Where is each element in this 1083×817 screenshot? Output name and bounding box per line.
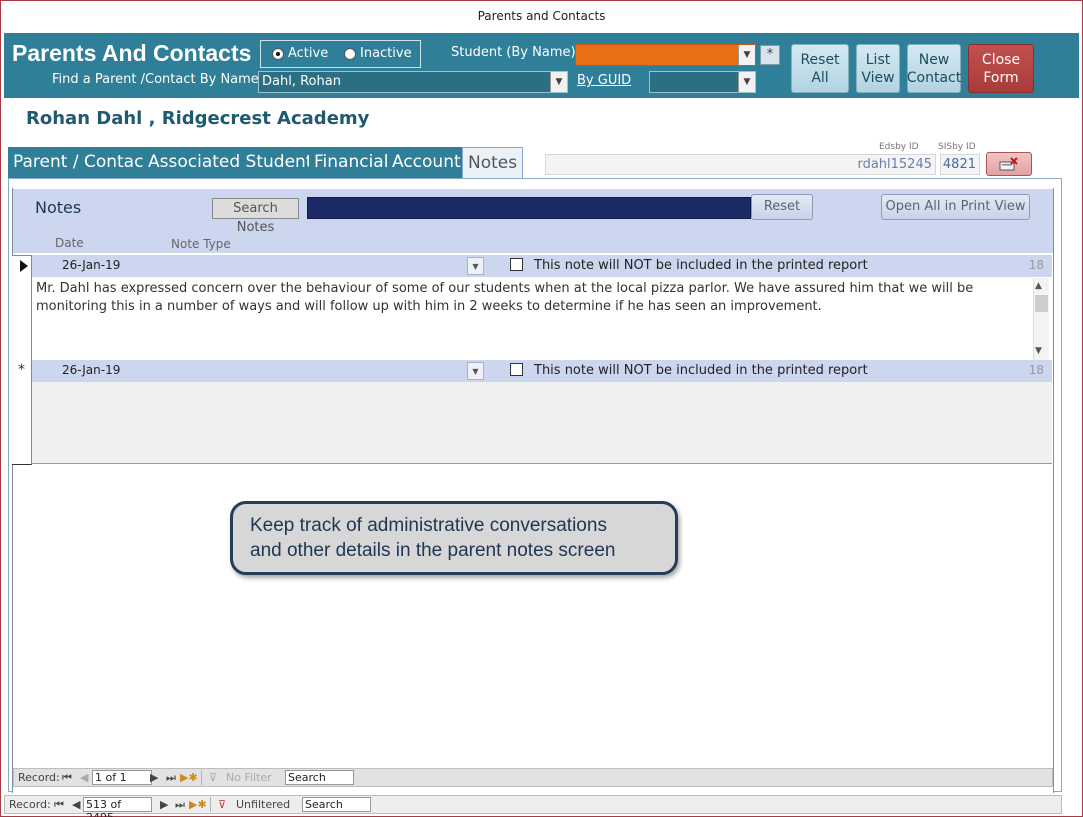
list-view-button[interactable]: List View	[856, 44, 900, 93]
scroll-up-icon[interactable]: ▲	[1035, 281, 1042, 291]
note-number: 18	[1028, 258, 1044, 272]
new-record-nav-icon[interactable]: ▶✱	[180, 771, 198, 784]
note-record-row: 26-Jan-19 ▼ This note will NOT be includ…	[32, 255, 1052, 277]
form-navigation-bar: Record: ⏮ ◀ 513 of 2495 ▶ ⏭ ▶✱ ⊽ Unfilte…	[4, 795, 1062, 817]
edsby-id-label: Edsby ID	[879, 142, 919, 152]
radio-inactive[interactable]: Inactive	[344, 46, 412, 61]
first-record-icon[interactable]: ⏮	[54, 798, 64, 812]
find-parent-label: Find a Parent /Contact By Name	[52, 72, 259, 87]
scroll-down-icon[interactable]: ▼	[1035, 346, 1042, 356]
status-radio-group: Active Inactive	[260, 40, 421, 68]
last-record-icon[interactable]: ⏭	[166, 771, 176, 785]
contact-heading: Rohan Dahl , Ridgecrest Academy	[26, 108, 370, 129]
student-by-name-label: Student (By Name)	[451, 45, 576, 60]
note-date[interactable]: 26-Jan-19	[62, 258, 120, 272]
parent-combo-value: Dahl, Rohan	[262, 74, 341, 89]
tab-financial[interactable]: Financial	[309, 147, 395, 178]
info-callout: Keep track of administrative conversatio…	[230, 501, 678, 575]
new-note-number: 18	[1028, 363, 1044, 377]
search-notes-input[interactable]	[307, 197, 751, 219]
window-title: Parents and Contacts	[1, 1, 1082, 31]
current-record-icon	[20, 260, 28, 272]
notes-reset-button[interactable]: Reset	[751, 194, 813, 220]
tab-account[interactable]: Account	[387, 147, 467, 178]
chevron-down-icon[interactable]: ▼	[467, 362, 484, 380]
previous-record-icon[interactable]: ◀	[72, 798, 80, 811]
next-record-icon[interactable]: ▶	[150, 771, 158, 784]
subform-navigation-bar: Record: ⏮ ◀ 1 of 1 ▶ ⏭ ▶✱ ⊽ No Filter Se…	[13, 768, 1053, 787]
new-record-selector[interactable]: *	[12, 360, 32, 465]
exclude-from-report-checkbox[interactable]	[510, 258, 523, 271]
exclude-from-report-label: This note will NOT be included in the pr…	[534, 258, 868, 273]
form-filter-status[interactable]: Unfiltered	[236, 798, 290, 811]
form-search-box[interactable]: Search	[302, 797, 371, 812]
note-text-area[interactable]: Mr. Dahl has expressed concern over the …	[32, 278, 1033, 360]
note-scroll-thumb[interactable]	[1035, 295, 1048, 312]
radio-active-label: Active	[288, 46, 329, 61]
form-record-position[interactable]: 513 of 2495	[83, 797, 152, 817]
delete-contact-button[interactable]	[986, 152, 1032, 176]
subform-record-position[interactable]: 1 of 1	[92, 770, 152, 785]
chevron-down-icon[interactable]: ▼	[738, 45, 755, 65]
new-exclude-from-report-checkbox[interactable]	[510, 363, 523, 376]
delete-record-icon	[999, 157, 1018, 171]
open-print-view-button[interactable]: Open All in Print View	[881, 194, 1030, 220]
new-exclude-from-report-label: This note will NOT be included in the pr…	[534, 363, 868, 378]
column-header-date: Date	[55, 236, 84, 250]
parent-name-combo[interactable]: Dahl, Rohan ▼	[258, 71, 568, 93]
student-wildcard-button[interactable]: *	[760, 45, 780, 65]
radio-active[interactable]: Active	[272, 46, 328, 61]
notes-title: Notes	[35, 198, 82, 217]
first-record-icon[interactable]: ⏮	[62, 771, 72, 785]
nav-separator	[201, 770, 202, 785]
column-header-note-type: Note Type	[171, 237, 231, 251]
sisby-id-field[interactable]: 4821	[940, 154, 980, 175]
new-note-record-row: 26-Jan-19 ▼ This note will NOT be includ…	[32, 360, 1052, 382]
nav-separator	[210, 797, 211, 812]
new-note-date[interactable]: 26-Jan-19	[62, 363, 120, 377]
last-record-icon[interactable]: ⏭	[175, 798, 185, 812]
subform-filter-status[interactable]: No Filter	[226, 771, 272, 784]
app-title: Parents And Contacts	[12, 40, 252, 66]
previous-record-icon[interactable]: ◀	[80, 771, 88, 784]
new-note-text-area[interactable]	[32, 382, 1052, 464]
filter-icon: ⊽	[209, 771, 218, 784]
edsby-id-field[interactable]: rdahl15245	[545, 154, 936, 175]
chevron-down-icon[interactable]: ▼	[467, 257, 484, 275]
chevron-down-icon[interactable]: ▼	[738, 72, 755, 92]
filter-clear-icon: ⊽	[218, 798, 227, 811]
by-guid-link[interactable]: By GUID	[577, 73, 631, 88]
sisby-id-label: SISby ID	[938, 142, 976, 152]
reset-all-button[interactable]: Reset All	[791, 44, 849, 93]
callout-line-1: Keep track of administrative conversatio…	[250, 515, 607, 536]
new-contact-button[interactable]: New Contact	[907, 44, 961, 93]
callout-line-2: and other details in the parent notes sc…	[250, 540, 616, 561]
guid-combo[interactable]: ▼	[649, 71, 756, 93]
subform-record-label: Record:	[18, 771, 60, 784]
close-form-button[interactable]: Close Form	[968, 44, 1034, 93]
radio-unchecked-icon	[344, 47, 356, 60]
tab-associated-students[interactable]: Associated Students	[143, 147, 328, 178]
tab-parent-contact[interactable]: Parent / Contact	[8, 147, 157, 178]
next-record-icon[interactable]: ▶	[160, 798, 168, 811]
search-notes-label: Search Notes	[212, 198, 299, 235]
subform-search-box[interactable]: Search	[285, 770, 354, 785]
form-record-label: Record:	[9, 798, 51, 811]
chevron-down-icon[interactable]: ▼	[550, 72, 567, 92]
record-selector[interactable]	[12, 255, 32, 360]
radio-inactive-label: Inactive	[360, 46, 412, 61]
tab-notes[interactable]: Notes	[462, 147, 524, 179]
new-record-icon: *	[18, 362, 25, 378]
student-combo[interactable]: ▼	[575, 44, 756, 66]
radio-checked-icon	[272, 47, 284, 60]
new-record-nav-icon[interactable]: ▶✱	[189, 798, 207, 811]
